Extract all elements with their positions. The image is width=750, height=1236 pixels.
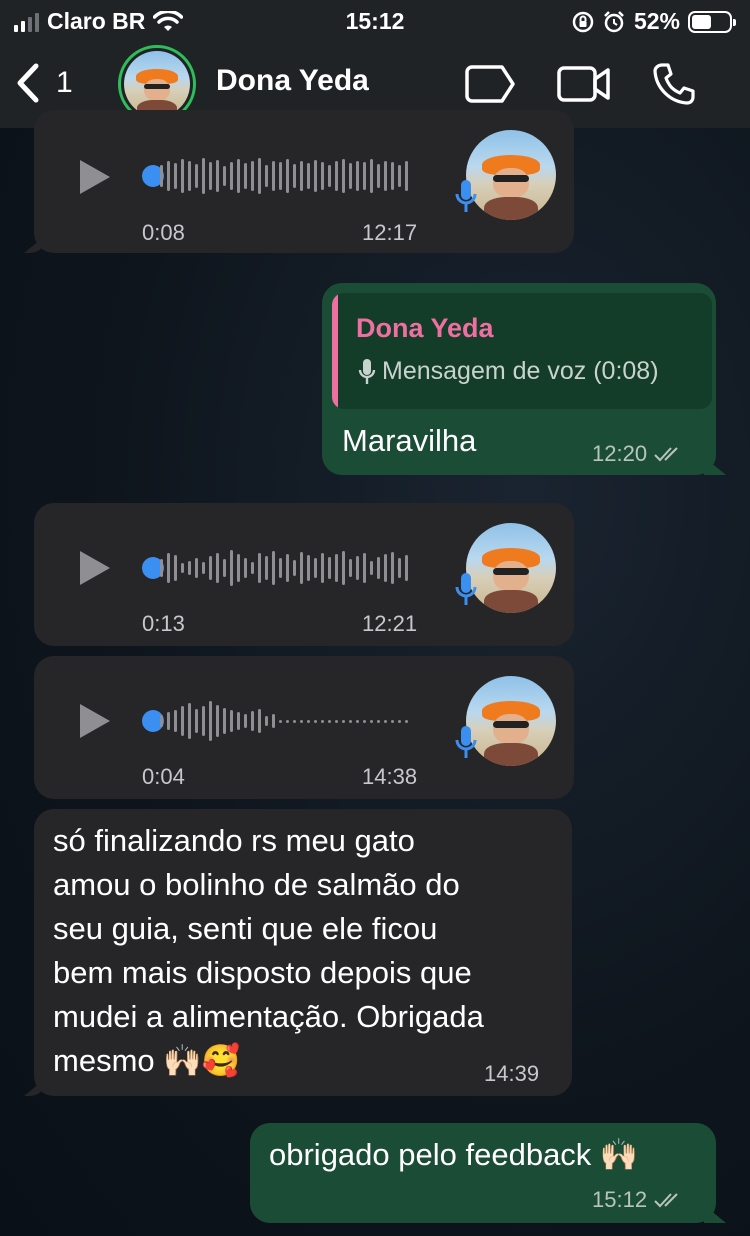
microphone-icon (455, 726, 477, 758)
orientation-lock-icon (572, 11, 594, 32)
microphone-icon (455, 573, 477, 605)
message-line: bem mais disposto depois que (53, 955, 472, 990)
battery-percent: 52% (633, 8, 680, 34)
status-right: 52% (572, 8, 736, 35)
message-text: Maravilha (342, 423, 477, 458)
message-time: 14:38 (362, 764, 418, 789)
quoted-text-row: Mensagem de voz (0:08) (358, 357, 659, 386)
message-meta: 12:20 (592, 441, 683, 467)
message-time: 12:17 (362, 220, 418, 245)
microphone-icon (358, 358, 376, 384)
incoming-message[interactable]: só finalizando rs meu gato amou o bolinh… (34, 809, 572, 1096)
play-icon[interactable] (80, 704, 110, 738)
outgoing-message[interactable]: obrigado pelo feedback 🙌🏻 15:12 (250, 1123, 716, 1223)
message-time: 12:21 (362, 611, 418, 636)
message-time: 15:12 (592, 1187, 648, 1212)
sender-avatar (466, 523, 556, 613)
microphone-icon (455, 180, 477, 212)
contact-name[interactable]: Dona Yeda (216, 64, 369, 98)
status-bar: Claro BR 15:12 52% (0, 0, 750, 40)
back-button[interactable]: 1 (14, 62, 73, 104)
message-time: 12:20 (592, 441, 648, 466)
voice-duration: 0:04 (142, 764, 185, 789)
header-actions (464, 62, 696, 106)
voice-message[interactable]: 0:13 12:21 (34, 503, 574, 646)
alarm-icon (604, 10, 624, 32)
quoted-text: Mensagem de voz (0:08) (382, 357, 659, 385)
voice-duration: 0:08 (142, 220, 185, 245)
tag-icon[interactable] (464, 64, 516, 104)
chevron-left-icon (17, 63, 39, 103)
voice-message[interactable]: 0:04 14:38 (34, 656, 574, 799)
battery-icon (688, 10, 736, 33)
message-line: amou o bolinho de salmão do (53, 867, 460, 902)
quoted-sender: Dona Yeda (356, 313, 494, 343)
voice-duration: 0:13 (142, 611, 185, 636)
message-line: mesmo 🙌🏻🥰 (53, 1043, 241, 1078)
avatar (124, 51, 190, 117)
double-check-icon (654, 1193, 678, 1208)
sender-avatar (466, 130, 556, 220)
unread-count: 1 (56, 66, 73, 99)
message-text: só finalizando rs meu gato amou o bolinh… (53, 819, 484, 1083)
play-icon[interactable] (80, 160, 110, 194)
message-line: seu guia, senti que ele ficou (53, 911, 438, 946)
waveform[interactable] (160, 699, 408, 743)
message-text: obrigado pelo feedback 🙌🏻 (269, 1137, 639, 1172)
waveform[interactable] (160, 154, 408, 198)
voice-message[interactable]: 0:08 12:17 (34, 110, 574, 253)
outgoing-message[interactable]: Dona Yeda Mensagem de voz (0:08) Maravil… (322, 283, 716, 475)
message-line: mudei a alimentação. Obrigada (53, 999, 484, 1034)
message-meta: 15:12 (592, 1187, 683, 1213)
message-line: só finalizando rs meu gato (53, 823, 415, 858)
play-icon[interactable] (80, 551, 110, 585)
video-camera-icon[interactable] (556, 64, 612, 104)
double-check-icon (654, 447, 678, 462)
quoted-message[interactable]: Dona Yeda Mensagem de voz (0:08) (332, 293, 712, 409)
sender-avatar (466, 676, 556, 766)
message-time: 14:39 (484, 1061, 540, 1086)
phone-icon[interactable] (652, 62, 696, 106)
waveform[interactable] (160, 546, 408, 590)
